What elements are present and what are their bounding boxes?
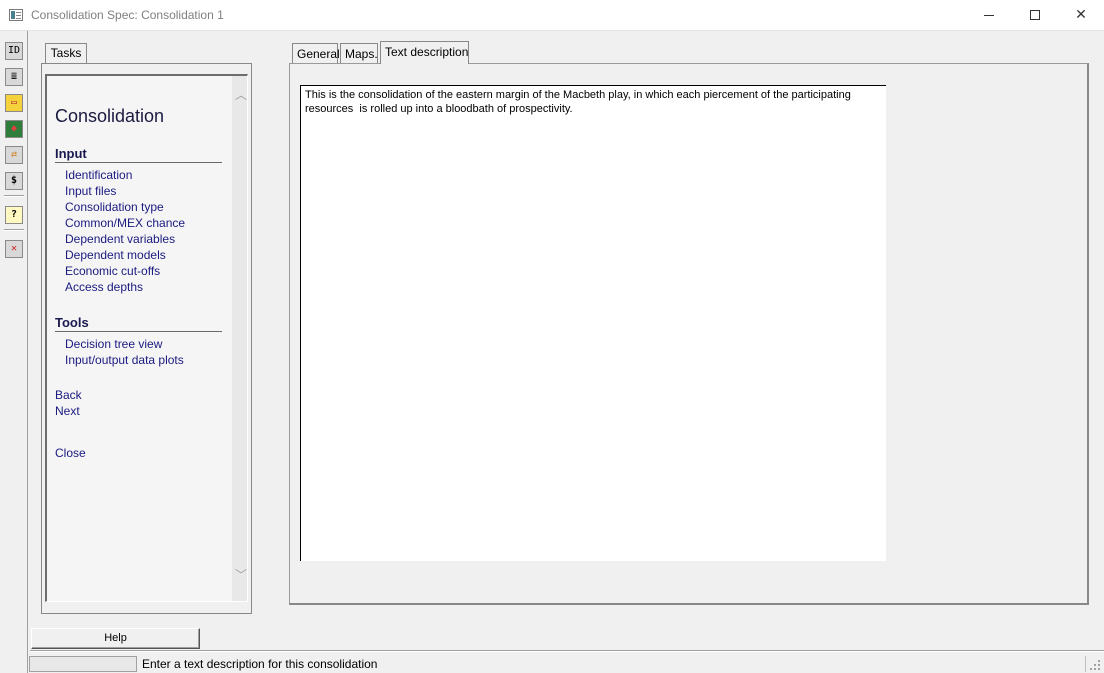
text-description-panel: This is the consolidation of the eastern… [289,63,1089,605]
tab-text-description[interactable]: Text description [380,41,469,64]
tasks-content: Consolidation Input Identification Input… [47,76,232,601]
list-icon: ≣ [10,71,18,82]
task-link-access-depths[interactable]: Access depths [65,280,143,294]
list-button[interactable]: ≣ [5,68,23,86]
app-icon [9,9,23,21]
status-indicator [29,656,137,672]
task-link-economic-cut-offs[interactable]: Economic cut-offs [65,264,160,278]
next-link[interactable]: Next [55,404,80,418]
dollar-button[interactable]: $ [5,172,23,190]
tasks-title: Consolidation [55,106,165,126]
status-separator [1085,656,1086,672]
task-link-identification[interactable]: Identification [65,168,132,182]
maximize-icon [1030,10,1040,20]
toolbar-separator [4,195,24,197]
task-link-consolidation-type[interactable]: Consolidation type [65,200,164,214]
input-divider [55,162,222,163]
transfer-button[interactable]: ⇄ [5,146,23,164]
id-icon: ID [7,45,21,56]
status-text: Enter a text description for this consol… [142,657,378,671]
task-link-dependent-models[interactable]: Dependent models [65,248,166,262]
maximize-button[interactable] [1012,0,1058,31]
task-link-input-files[interactable]: Input files [65,184,116,198]
vertical-toolbar: ID ≣ ▭ ◆ ⇄ $ ? ✕ [0,31,28,673]
tab-general[interactable]: General [292,43,340,64]
help-tool-button[interactable]: ? [5,206,23,224]
folder-button[interactable]: ▭ [5,94,23,112]
transfer-icon: ⇄ [10,149,18,160]
input-heading: Input [55,146,87,161]
chevron-up-icon[interactable]: ︿ [235,89,247,101]
back-link[interactable]: Back [55,388,82,402]
close-window-button[interactable]: ✕ [1058,0,1104,31]
tab-maps[interactable]: Maps. [340,43,378,64]
close-icon: ✕ [10,243,18,254]
toolbar-separator [4,229,24,231]
close-link[interactable]: Close [55,446,86,460]
book-button[interactable]: ◆ [5,120,23,138]
tasks-scrollbar[interactable]: ︿ ﹀ [232,76,247,601]
tools-heading: Tools [55,315,89,330]
task-link-io-data-plots[interactable]: Input/output data plots [65,353,184,367]
id-button[interactable]: ID [5,42,23,60]
book-icon: ◆ [10,123,18,134]
description-textarea[interactable]: This is the consolidation of the eastern… [300,85,886,561]
tab-tasks[interactable]: Tasks [45,43,87,63]
tools-divider [55,331,222,332]
tasks-panel: Consolidation Input Identification Input… [41,63,252,614]
folder-icon: ▭ [10,97,18,108]
task-link-decision-tree-view[interactable]: Decision tree view [65,337,162,351]
title-bar: Consolidation Spec: Consolidation 1 ✕ [0,0,1104,31]
task-link-common-mex-chance[interactable]: Common/MEX chance [65,216,185,230]
minimize-icon [984,14,994,16]
resize-grip-icon[interactable] [1090,660,1102,672]
help-icon: ? [10,209,18,220]
window-title: Consolidation Spec: Consolidation 1 [31,8,224,22]
help-button[interactable]: Help [31,628,200,649]
close-icon: ✕ [1075,7,1087,23]
task-link-dependent-variables[interactable]: Dependent variables [65,232,175,246]
footer-divider [30,650,1104,652]
tasks-list-frame: Consolidation Input Identification Input… [45,74,248,602]
minimize-button[interactable] [966,0,1012,31]
dollar-icon: $ [10,175,18,186]
close-tool-button[interactable]: ✕ [5,240,23,258]
chevron-down-icon[interactable]: ﹀ [235,569,247,581]
